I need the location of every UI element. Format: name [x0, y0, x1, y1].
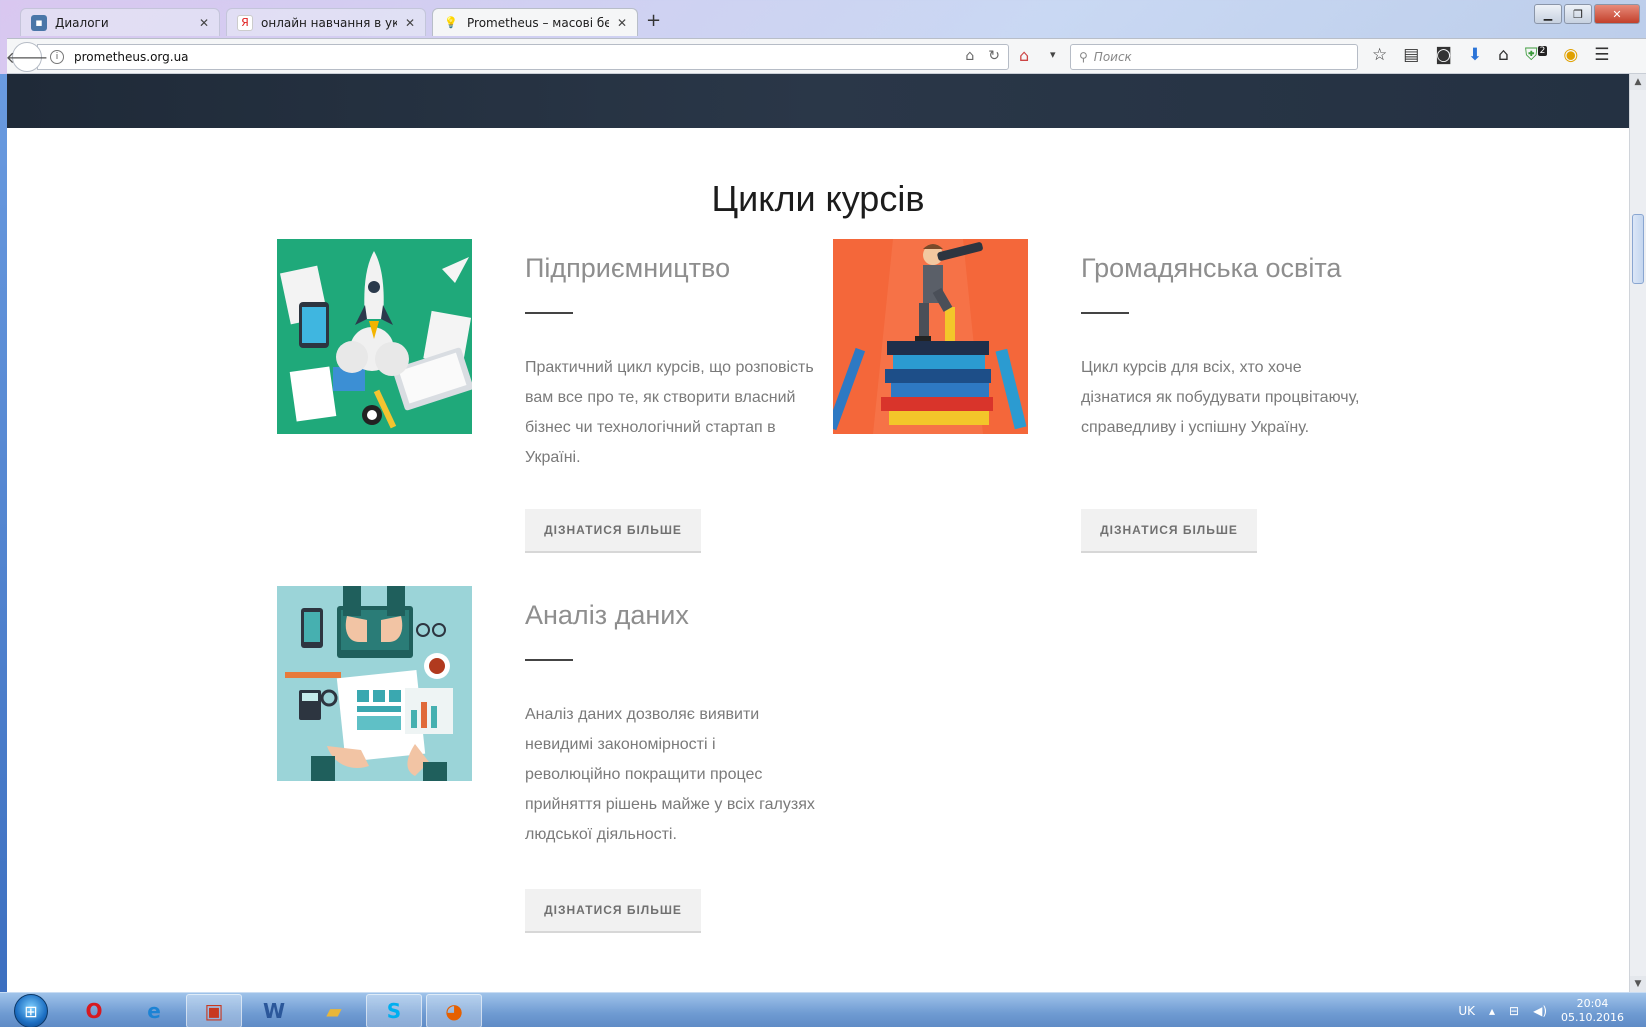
tab-prometheus[interactable]: 💡 Prometheus – масові безк... ✕ — [432, 8, 638, 36]
close-window-button[interactable]: ✕ — [1594, 4, 1640, 24]
learn-more-button[interactable]: ДІЗНАТИСЯ БІЛЬШЕ — [525, 889, 701, 933]
search-placeholder: Поиск — [1093, 50, 1132, 64]
scroll-up-arrow-icon[interactable]: ▲ — [1630, 74, 1646, 90]
clock-time: 20:04 — [1576, 996, 1609, 1010]
books-telescope-illustration[interactable] — [833, 239, 1028, 434]
hero-banner — [7, 74, 1629, 128]
site-info-icon[interactable]: i — [50, 50, 64, 64]
learn-more-button[interactable]: ДІЗНАТИСЯ БІЛЬШЕ — [1081, 509, 1257, 553]
tab-title: Диалоги — [55, 15, 109, 30]
page-viewport: Цикли курсів Підприємництво Практичний ц… — [7, 74, 1629, 992]
chat-icon: ▪ — [31, 14, 47, 31]
title-divider — [525, 659, 573, 661]
address-bar-actions: ⌂ ↻ — [965, 48, 1000, 64]
folder-icon[interactable]: ▰ — [306, 994, 362, 1027]
browser-chrome: ▪ Диалоги ✕ Я онлайн навчання в украін..… — [0, 0, 1646, 75]
title-divider — [1081, 312, 1129, 314]
minimize-button[interactable]: ▁ — [1534, 4, 1562, 24]
close-tab-icon[interactable]: ✕ — [617, 16, 627, 30]
restore-button[interactable]: ❐ — [1564, 4, 1592, 24]
url-text: prometheus.org.ua — [74, 50, 189, 64]
card-description: Практичний цикл курсів, що розповість ва… — [525, 359, 814, 466]
search-input[interactable]: ⚲ Поиск — [1070, 44, 1358, 70]
word-icon[interactable]: W — [246, 994, 302, 1027]
opera-icon[interactable]: O — [66, 994, 122, 1027]
clock[interactable]: 20:04 05.10.2016 — [1561, 997, 1624, 1025]
data-analysis-illustration[interactable] — [277, 586, 472, 781]
presentation-app-icon[interactable]: ▣ — [186, 994, 242, 1027]
home-icon[interactable]: ⌂ — [1019, 46, 1029, 65]
coin-extension-icon[interactable]: ◉ — [1563, 45, 1578, 65]
start-button[interactable]: ⊞ — [14, 994, 48, 1027]
card-description: Цикл курсів для всіх, хто хоче дізнатися… — [1081, 359, 1360, 436]
system-tray: UK ▴ ⊟ ◀) 20:04 05.10.2016 — [1458, 993, 1646, 1027]
pocket-icon[interactable]: ◙ — [1435, 45, 1452, 65]
title-divider — [525, 312, 573, 314]
volume-icon[interactable]: ◀) — [1533, 1004, 1547, 1018]
bulb-icon: 💡 — [444, 16, 458, 29]
back-button[interactable]: 🡐 — [6, 42, 48, 72]
home-page-icon[interactable]: ⌂ — [965, 48, 974, 64]
scroll-down-arrow-icon[interactable]: ▼ — [1630, 976, 1646, 992]
vertical-scrollbar[interactable]: ▲ ▼ — [1629, 74, 1646, 992]
search-icon: ⚲ — [1079, 50, 1088, 64]
menu-icon[interactable]: ☰ — [1594, 45, 1609, 65]
card-description: Аналіз даних дозволяє виявити невидимі з… — [525, 706, 815, 843]
window-controls: ▁ ❐ ✕ — [1534, 4, 1640, 24]
yandex-icon: Я — [237, 14, 253, 31]
firefox-icon[interactable]: ◕ — [426, 994, 482, 1027]
startup-illustration[interactable] — [277, 239, 472, 434]
home-icon[interactable]: ⌂ — [1498, 45, 1509, 65]
windows-taskbar: ⊞ O e ▣ W ▰ S ◕ UK ▴ ⊟ ◀) 20:04 05.10.20… — [0, 992, 1646, 1027]
tab-title: Prometheus – масові безк... — [467, 15, 609, 30]
bookmarks-list-icon[interactable]: ▤ — [1403, 45, 1419, 65]
tray-expand-icon[interactable]: ▴ — [1489, 1004, 1495, 1018]
card-title: Підприємництво — [525, 253, 731, 283]
section-title: Цикли курсів — [711, 178, 925, 219]
skype-icon[interactable]: S — [366, 994, 422, 1027]
navigation-toolbar: i prometheus.org.ua ⌂ ↻ 🡐 ⌂ ▾ ⚲ Поиск ☆ … — [6, 38, 1646, 74]
tab-strip: ▪ Диалоги ✕ Я онлайн навчання в украін..… — [0, 0, 1646, 40]
tab-title: онлайн навчання в украін... — [261, 15, 397, 30]
card-title: Громадянська освіта — [1081, 253, 1342, 283]
internet-explorer-icon[interactable]: e — [126, 994, 182, 1027]
toolbar-icons: ☆ ▤ ◙ ⬇ ⌂ ⛨ 2 ◉ ☰ — [1372, 45, 1609, 65]
clock-date: 05.10.2016 — [1561, 1010, 1624, 1024]
new-tab-button[interactable]: + — [646, 10, 661, 31]
address-bar[interactable]: i prometheus.org.ua ⌂ ↻ — [37, 44, 1009, 70]
close-tab-icon[interactable]: ✕ — [405, 16, 415, 30]
chevron-down-icon[interactable]: ▾ — [1050, 48, 1056, 61]
extension-badge: 2 — [1537, 46, 1548, 57]
card-title: Аналіз даних — [525, 600, 689, 630]
bookmark-star-icon[interactable]: ☆ — [1372, 45, 1387, 65]
tab-dialogs[interactable]: ▪ Диалоги ✕ — [20, 8, 220, 36]
reload-icon[interactable]: ↻ — [988, 48, 1000, 64]
download-icon[interactable]: ⬇ — [1468, 45, 1482, 65]
desktop-edge — [0, 74, 7, 992]
tab-yandex-search[interactable]: Я онлайн навчання в украін... ✕ — [226, 8, 426, 36]
close-tab-icon[interactable]: ✕ — [199, 16, 209, 30]
network-icon[interactable]: ⊟ — [1509, 1004, 1519, 1018]
scroll-thumb[interactable] — [1632, 214, 1644, 284]
shield-extension-icon[interactable]: ⛨ 2 — [1525, 45, 1548, 65]
learn-more-button[interactable]: ДІЗНАТИСЯ БІЛЬШЕ — [525, 509, 701, 553]
language-indicator[interactable]: UK — [1458, 1004, 1475, 1018]
